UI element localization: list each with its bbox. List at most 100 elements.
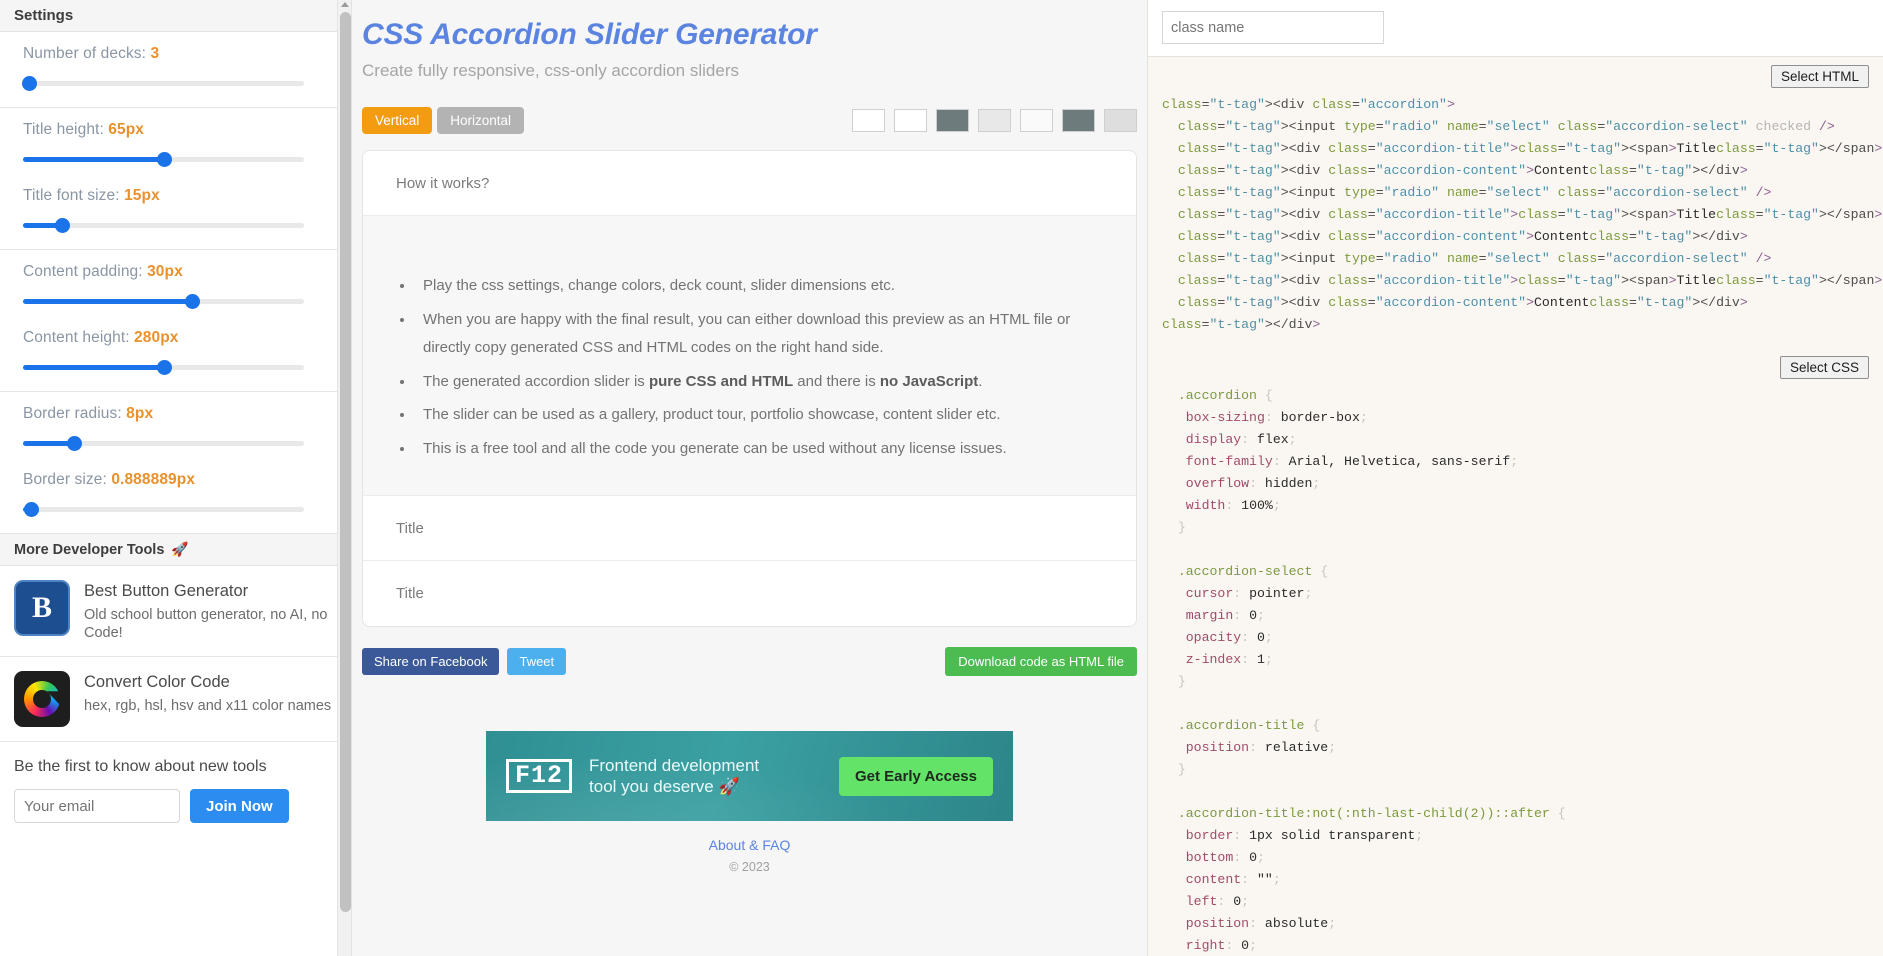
icon-letter: B [32,591,52,625]
slider-label-text: Border size: [23,471,111,488]
slider-label-title-font-size: Title font size: 15px [23,187,328,205]
slider-value: 280px [134,329,178,346]
accordion-title-open[interactable]: How it works? [363,151,1136,216]
slider-number-of-decks[interactable] [23,75,304,93]
preview-toolbar: Vertical Horizontal [362,107,1137,134]
rocket-icon: 🚀 [719,777,740,796]
slider-thumb[interactable] [157,360,172,375]
sidebar-header: Settings [0,0,351,32]
generated-css-code[interactable]: .accordion { box-sizing: border-box; dis… [1148,385,1883,956]
generated-html-code[interactable]: class="t-tag"><div class="accordion"> cl… [1148,94,1883,336]
list-item: The slider can be used as a gallery, pro… [415,401,1106,430]
tool-item-best-button-generator[interactable]: B Best Button Generator Old school butto… [0,566,351,657]
color-swatch-7[interactable] [1104,109,1137,132]
tool-text: Best Button Generator Old school button … [84,580,335,642]
bullet-mid: and there is [793,373,880,390]
slider-label-number-of-decks: Number of decks: 3 [23,45,328,63]
list-item: The generated accordion slider is pure C… [415,368,1106,397]
color-swatch-1[interactable] [852,109,885,132]
class-name-bar [1148,0,1883,57]
page-title: CSS Accordion Slider Generator [362,18,1137,52]
bullet-text: Play the css settings, change colors, de… [423,277,895,294]
slider-row: Title font size: 15px [0,187,351,235]
slider-row: Number of decks: 3 [0,45,351,93]
get-early-access-button[interactable]: Get Early Access [839,757,993,796]
advertisement-banner[interactable]: F12 Frontend development tool you deserv… [486,731,1013,821]
ad-line-1: Frontend development [589,755,759,776]
tool-item-convert-color-code[interactable]: Convert Color Code hex, rgb, hsl, hsv an… [0,657,351,742]
slider-group-content: Content padding: 30px Content height: 28… [0,250,351,392]
slider-label-text: Number of decks: [23,45,150,62]
tab-vertical[interactable]: Vertical [362,107,432,134]
rocket-icon: 🚀 [171,541,188,558]
slider-value: 30px [147,263,183,280]
slider-fill [23,299,192,304]
slider-thumb[interactable] [55,218,70,233]
tweet-button[interactable]: Tweet [507,648,566,675]
page-subtitle: Create fully responsive, css-only accord… [362,61,1137,81]
tool-title: Convert Color Code [84,673,331,692]
color-swatch-2[interactable] [894,109,927,132]
slider-value: 8px [126,405,153,422]
color-swatch-3[interactable] [936,109,969,132]
slider-label-border-radius: Border radius: 8px [23,405,328,423]
tab-horizontal[interactable]: Horizontal [437,107,524,134]
slider-track [23,507,304,512]
select-html-button[interactable]: Select HTML [1771,65,1869,88]
class-name-input[interactable] [1162,11,1384,44]
ad-text: Frontend development tool you deserve 🚀 [589,755,759,798]
slider-label-text: Title height: [23,121,108,138]
slider-track [23,81,304,86]
best-button-generator-icon: B [14,580,70,636]
share-on-facebook-button[interactable]: Share on Facebook [362,648,499,675]
slider-thumb[interactable] [24,502,39,517]
sidebar-scrollbar[interactable] [337,0,351,956]
join-now-button[interactable]: Join Now [190,789,289,823]
page-footer: About & FAQ © 2023 [362,837,1137,874]
scroll-up-arrow-icon[interactable] [341,2,349,7]
slider-border-radius[interactable] [23,435,304,453]
tool-title: Best Button Generator [84,582,335,601]
slider-title-font-size[interactable] [23,217,304,235]
tool-description: hex, rgb, hsl, hsv and x11 color names [84,697,331,715]
select-css-row: Select CSS [1148,348,1883,379]
accordion-title-closed-2[interactable]: Title [363,561,1136,626]
slider-value: 65px [108,121,144,138]
main-content: CSS Accordion Slider Generator Create fu… [352,0,1147,956]
list-item: Play the css settings, change colors, de… [415,272,1106,301]
slider-label-content-height: Content height: 280px [23,329,328,347]
color-swatch-4[interactable] [978,109,1011,132]
slider-thumb[interactable] [67,436,82,451]
settings-sidebar: Settings Number of decks: 3 Title height… [0,0,352,956]
slider-label-text: Border radius: [23,405,126,422]
slider-group-decks: Number of decks: 3 [0,32,351,108]
select-css-button[interactable]: Select CSS [1780,356,1869,379]
slider-label-text: Content padding: [23,263,147,280]
f12-logo: F12 [506,759,572,793]
email-input[interactable] [14,789,180,823]
slider-content-height[interactable] [23,359,304,377]
slider-thumb[interactable] [185,294,200,309]
slider-label-text: Title font size: [23,187,124,204]
bullet-bold-2: no JavaScript [880,373,978,390]
color-swatch-6[interactable] [1062,109,1095,132]
about-and-faq-link[interactable]: About & FAQ [709,837,791,853]
slider-value: 0.888889px [111,471,195,488]
accordion-title-closed-1[interactable]: Title [363,496,1136,561]
download-html-button[interactable]: Download code as HTML file [945,647,1137,676]
slider-label-text: Content height: [23,329,134,346]
slider-thumb[interactable] [157,152,172,167]
slider-content-padding[interactable] [23,293,304,311]
accordion-preview: How it works? Play the css settings, cha… [362,150,1137,627]
bullet-text: The generated accordion slider is [423,373,649,390]
slider-title-height[interactable] [23,151,304,169]
slider-label-title-height: Title height: 65px [23,121,328,139]
slider-row: Border size: 0.888889px [0,471,351,519]
scrollbar-thumb[interactable] [340,12,351,912]
slider-thumb[interactable] [22,76,37,91]
select-html-row: Select HTML [1148,57,1883,88]
color-swatch-5[interactable] [1020,109,1053,132]
slider-fill [23,157,164,162]
slider-border-size[interactable] [23,501,304,519]
slider-value: 3 [150,45,159,62]
